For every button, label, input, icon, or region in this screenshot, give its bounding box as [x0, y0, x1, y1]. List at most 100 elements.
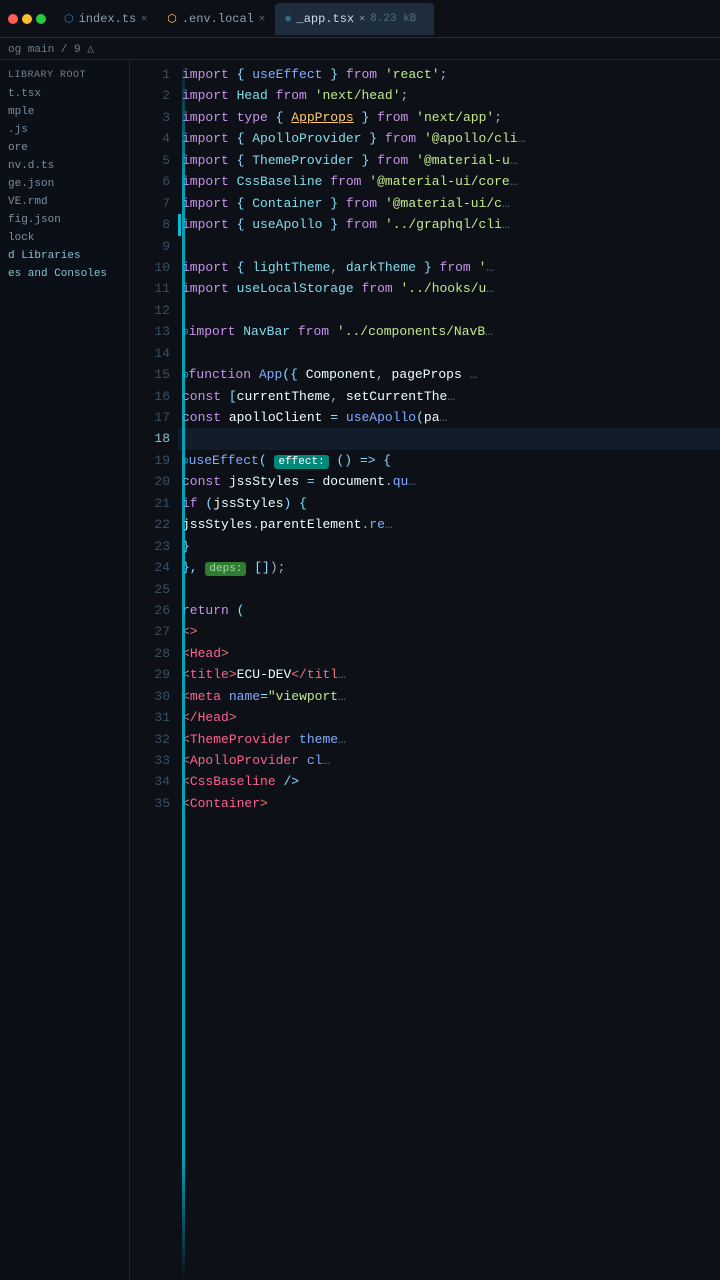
- sidebar-item-vermd[interactable]: VE.rmd: [0, 193, 129, 211]
- code-line-25: [178, 579, 720, 600]
- sidebar-item-mple[interactable]: mple: [0, 103, 129, 121]
- code-line-8: import { useApollo } from '../graphql/cl…: [178, 214, 720, 235]
- code-line-12: [178, 300, 720, 321]
- code-line-30: <meta name="viewport…: [178, 686, 720, 707]
- ln-22: 22: [130, 514, 170, 535]
- sidebar-item-tsx[interactable]: t.tsx: [0, 85, 129, 103]
- code-line-29: <title>ECU-DEV</titl…: [178, 664, 720, 685]
- tab-app-tsx[interactable]: ⚛ _app.tsx ✕ 8.23 kB: [275, 3, 434, 35]
- ln-17: 17: [130, 407, 170, 428]
- code-line-26: return (: [178, 600, 720, 621]
- ln-27: 27: [130, 621, 170, 642]
- ts-icon: ⬡: [64, 12, 74, 26]
- ln-10: 10: [130, 257, 170, 278]
- sidebar-item-lock[interactable]: lock: [0, 229, 129, 247]
- ln-19: 19: [130, 450, 170, 471]
- code-line-11: import useLocalStorage from '../hooks/u…: [178, 278, 720, 299]
- code-line-18: [178, 428, 720, 449]
- code-line-2: import Head from 'next/head';: [178, 85, 720, 106]
- ln-25: 25: [130, 579, 170, 600]
- code-line-35: <Container>: [178, 793, 720, 814]
- ln-14: 14: [130, 343, 170, 364]
- code-line-32: <ThemeProvider theme…: [178, 729, 720, 750]
- code-line-4: import { ApolloProvider } from '@apollo/…: [178, 128, 720, 149]
- ln-3: 3: [130, 107, 170, 128]
- ln-13: 13: [130, 321, 170, 342]
- code-line-1: import { useEffect } from 'react';: [178, 64, 720, 85]
- ln-35: 35: [130, 793, 170, 814]
- sidebar-header: library root: [0, 64, 129, 85]
- ln-24: 24: [130, 557, 170, 578]
- tab-label: index.ts: [79, 12, 137, 26]
- code-line-24: }, deps: []);: [178, 557, 720, 578]
- ln-33: 33: [130, 750, 170, 771]
- code-scroll: 1 2 3 4 5 6 7 8 9 10 11 12 13 14 15 16 1…: [130, 60, 720, 1280]
- ln-26: 26: [130, 600, 170, 621]
- code-line-14: [178, 343, 720, 364]
- code-line-5: import { ThemeProvider } from '@material…: [178, 150, 720, 171]
- sidebar: library root t.tsx mple .js ore nv.d.ts …: [0, 60, 130, 1280]
- code-line-28: <Head>: [178, 643, 720, 664]
- tab-close-icon[interactable]: ✕: [359, 13, 365, 25]
- code-area: 1 2 3 4 5 6 7 8 9 10 11 12 13 14 15 16 1…: [130, 60, 720, 1280]
- ln-6: 6: [130, 171, 170, 192]
- breadcrumb-bar: og main / 9 △: [0, 38, 720, 60]
- ln-7: 7: [130, 193, 170, 214]
- ln-34: 34: [130, 771, 170, 792]
- code-line-7: import { Container } from '@material-ui/…: [178, 193, 720, 214]
- ln-28: 28: [130, 643, 170, 664]
- tab-index-ts[interactable]: ⬡ index.ts ✕: [54, 3, 157, 35]
- tab-close-icon[interactable]: ✕: [259, 13, 265, 25]
- code-content: import { useEffect } from 'react'; impor…: [178, 60, 720, 1280]
- main-layout: library root t.tsx mple .js ore nv.d.ts …: [0, 60, 720, 1280]
- minimize-window-icon[interactable]: [22, 14, 32, 24]
- code-line-19: ⊙useEffect( effect: () => {: [178, 450, 720, 471]
- code-line-23: }: [178, 536, 720, 557]
- sidebar-item-ore[interactable]: ore: [0, 139, 129, 157]
- ln-29: 29: [130, 664, 170, 685]
- ln-23: 23: [130, 536, 170, 557]
- code-line-13: ⊙import NavBar from '../components/NavB…: [178, 321, 720, 342]
- sidebar-item-libraries[interactable]: d Libraries: [0, 247, 129, 265]
- tab-label: .env.local: [182, 12, 254, 26]
- code-line-22: jssStyles.parentElement.re…: [178, 514, 720, 535]
- sidebar-item-nvdts[interactable]: nv.d.ts: [0, 157, 129, 175]
- tab-close-icon[interactable]: ✕: [141, 13, 147, 25]
- ln-31: 31: [130, 707, 170, 728]
- ln-9: 9: [130, 236, 170, 257]
- sidebar-item-gejson[interactable]: ge.json: [0, 175, 129, 193]
- tab-label: _app.tsx: [297, 12, 355, 26]
- code-line-33: <ApolloProvider cl…: [178, 750, 720, 771]
- code-line-27: <>: [178, 621, 720, 642]
- code-line-9: [178, 236, 720, 257]
- sidebar-item-figjson[interactable]: fig.json: [0, 211, 129, 229]
- code-line-20: const jssStyles = document.qu…: [178, 471, 720, 492]
- close-window-icon[interactable]: [8, 14, 18, 24]
- tab-bar: ⬡ index.ts ✕ ⬡ .env.local ✕ ⚛ _app.tsx ✕…: [0, 0, 720, 38]
- file-size-badge: 8.23 kB: [370, 13, 424, 25]
- ln-20: 20: [130, 471, 170, 492]
- ln-32: 32: [130, 729, 170, 750]
- sidebar-item-consoles[interactable]: es and Consoles: [0, 265, 129, 283]
- ln-21: 21: [130, 493, 170, 514]
- code-line-3: import type { AppProps } from 'next/app'…: [178, 107, 720, 128]
- window-controls: [8, 14, 46, 24]
- ln-15: 15: [130, 364, 170, 385]
- ln-12: 12: [130, 300, 170, 321]
- react-icon: ⚛: [285, 12, 292, 26]
- line-numbers: 1 2 3 4 5 6 7 8 9 10 11 12 13 14 15 16 1…: [130, 60, 178, 1280]
- ln-11: 11: [130, 278, 170, 299]
- breadcrumb: og main / 9 △: [8, 42, 94, 56]
- ln-4: 4: [130, 128, 170, 149]
- code-line-15: ⊙function App({ Component, pageProps …: [178, 364, 720, 385]
- maximize-window-icon[interactable]: [36, 14, 46, 24]
- ln-18: 18: [130, 428, 170, 449]
- ln-16: 16: [130, 386, 170, 407]
- sidebar-item-js[interactable]: .js: [0, 121, 129, 139]
- ln-5: 5: [130, 150, 170, 171]
- ln-30: 30: [130, 686, 170, 707]
- tab-env-local[interactable]: ⬡ .env.local ✕: [157, 3, 275, 35]
- ln-8: 8: [130, 214, 170, 235]
- env-icon: ⬡: [167, 12, 177, 26]
- code-line-34: <CssBaseline />: [178, 771, 720, 792]
